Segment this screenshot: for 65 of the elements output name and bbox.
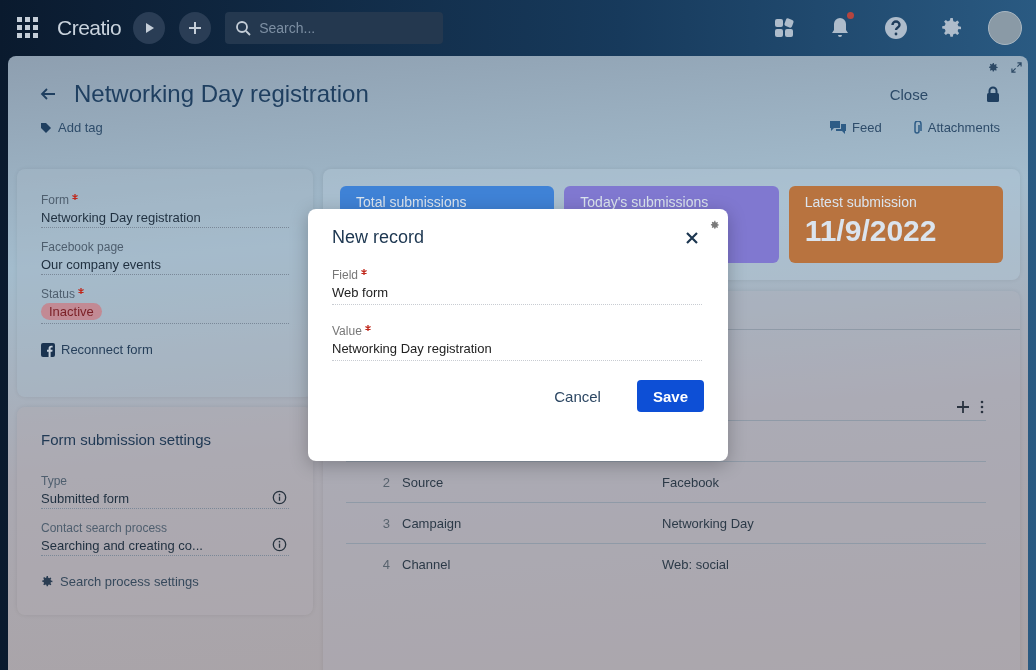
more-icon[interactable] [978,400,986,414]
table-cell-text: Source [402,474,445,490]
gear-icon[interactable] [710,220,720,230]
paperclip-icon [911,120,922,135]
help-icon[interactable] [884,16,908,40]
gear-icon[interactable] [988,62,999,73]
table-cell-text: Channel [402,556,452,572]
field-label: Contact search process [41,521,168,535]
card-title: Form submission settings [41,431,213,448]
play-icon [143,22,156,34]
field-label: Facebook page [41,240,124,254]
status-tag: Inactive [41,303,102,320]
logo[interactable]: Creatio [57,16,122,40]
user-avatar[interactable] [988,11,1022,45]
chat-bubbles-icon [830,121,847,134]
plus-icon [188,21,203,35]
field-value[interactable]: Networking Day registration [332,341,702,356]
app-grid-icon[interactable] [17,17,39,39]
search-process-settings-link[interactable]: Search process settings [41,574,199,589]
field-value: Networking Day registration [41,210,202,225]
info-icon[interactable] [272,489,287,505]
row-number: 2 [381,474,391,490]
add-button[interactable] [179,12,212,44]
save-button[interactable]: Save [636,380,704,412]
close-icon[interactable] [686,231,698,244]
field-label: Form [41,193,69,207]
facebook-icon [41,342,55,357]
field-value: Our company events [41,257,162,272]
attachments-button[interactable]: Attachments [911,120,1000,135]
field-label: Field [332,268,358,282]
stat-value: 11/9/2022 [804,214,938,248]
field-value: Submitted form [41,491,130,506]
feed-button[interactable]: Feed [830,120,882,135]
stat-title: Today's submissions [580,194,710,210]
field-label: Type [41,474,67,488]
field-value[interactable]: Web form [332,285,702,300]
row-number: 4 [381,556,391,572]
expand-icon[interactable] [1011,62,1022,73]
search-icon [235,20,252,36]
settings-icon[interactable] [940,16,964,40]
table-cell-text: Campaign [402,515,463,531]
run-button[interactable] [133,12,166,44]
gear-icon[interactable] [41,575,54,588]
widgets-icon[interactable] [772,16,796,40]
dialog-title: New record [332,227,425,248]
reconnect-form-link[interactable]: Reconnect form [41,342,153,357]
lock-icon[interactable] [986,86,1000,102]
search-field[interactable]: Search... [225,12,444,44]
field-value: Searching and creating co... [41,538,203,553]
info-icon[interactable] [272,536,287,552]
stat-title: Total submissions [356,194,468,210]
add-icon[interactable] [956,400,970,414]
tag-icon [40,121,52,134]
table-cell-text: Networking Day [662,515,755,531]
field-label: Value [332,324,362,338]
close-button[interactable]: Close [889,85,928,103]
field-label: Status [41,287,76,301]
row-number: 3 [381,515,391,531]
back-arrow-icon[interactable] [40,87,56,101]
stat-title: Latest submission [804,194,918,210]
table-cell-text: Facebook [662,474,721,490]
cancel-button[interactable]: Cancel [538,380,617,412]
page-title: Networking Day registration [74,80,369,108]
add-tag-button[interactable]: Add tag [40,120,103,135]
table-cell-text: Web: social [662,556,730,572]
